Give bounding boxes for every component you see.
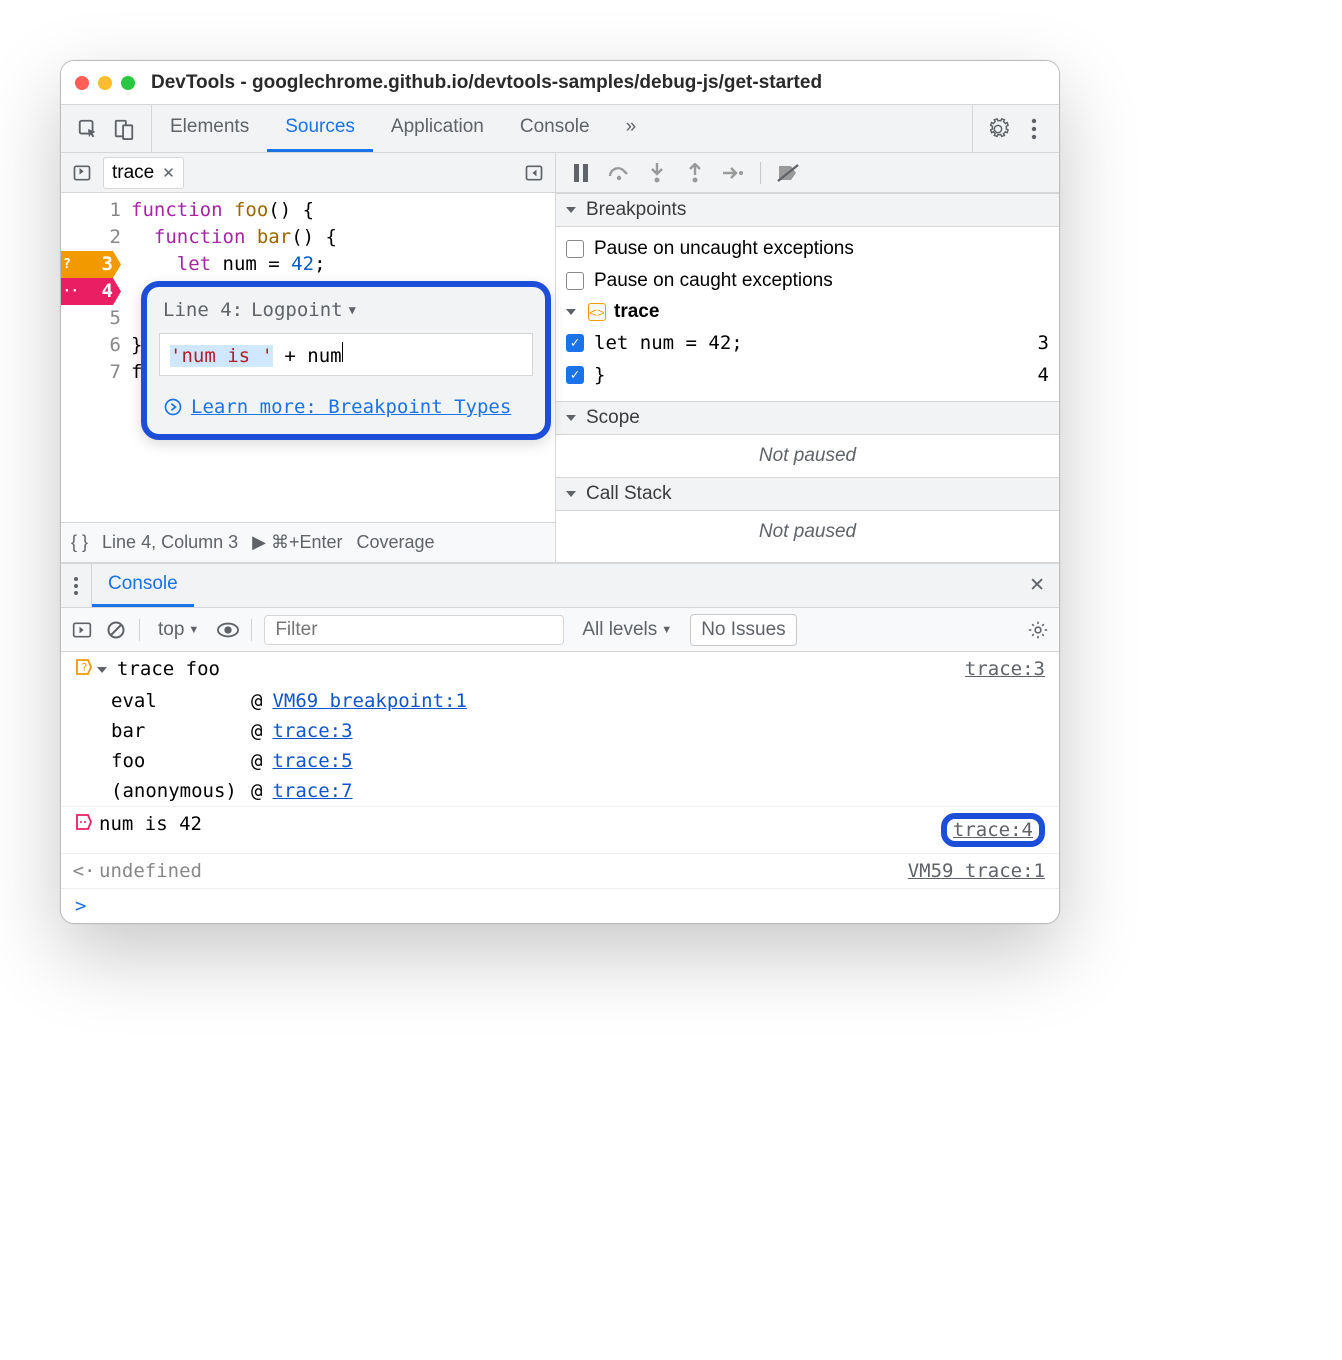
console-log-numis[interactable]: num is 42 trace:4 <box>61 806 1059 854</box>
deactivate-breakpoints-icon[interactable] <box>777 162 799 184</box>
logpoint-badge-icon <box>75 814 93 830</box>
inspect-element-icon[interactable] <box>77 118 99 140</box>
file-tab-label: trace <box>112 162 154 184</box>
debugger-sidebar: Breakpoints Pause on uncaught exceptions… <box>556 153 1059 562</box>
run-snippet-button[interactable]: ▶ ⌘+Enter <box>252 532 342 553</box>
stack-trace: eval@ VM69 breakpoint:1bar@ trace:3foo@ … <box>61 686 1059 806</box>
more-files-icon[interactable] <box>523 162 545 184</box>
console-settings-gear-icon[interactable] <box>1027 619 1049 641</box>
maximize-window-button[interactable] <box>121 76 135 90</box>
scope-section-header[interactable]: Scope <box>556 401 1059 435</box>
pause-icon[interactable] <box>570 162 592 184</box>
callstack-section-header[interactable]: Call Stack <box>556 477 1059 511</box>
live-expression-icon[interactable] <box>217 619 239 641</box>
log-levels-selector[interactable]: All levels▼ <box>576 617 678 643</box>
learn-more-link[interactable]: Learn more: Breakpoint Types <box>163 396 529 418</box>
highlighted-source-link[interactable]: trace:4 <box>941 813 1045 847</box>
popover-line-label: Line 4: <box>163 299 243 321</box>
breakpoint-file-icon: <> <box>588 303 606 321</box>
console-toolbar: top▼ All levels▼ No Issues <box>61 608 1059 652</box>
prompt-chevron-icon: > <box>75 895 86 917</box>
code-editor[interactable]: 12?3··4567 function foo() { function bar… <box>61 193 555 522</box>
close-window-button[interactable] <box>75 76 89 90</box>
traffic-lights <box>75 76 135 90</box>
context-selector[interactable]: top▼ <box>152 617 205 643</box>
debugger-toolbar <box>556 153 1059 193</box>
source-link[interactable]: VM59 trace:1 <box>908 860 1045 882</box>
step-into-icon[interactable] <box>646 162 668 184</box>
devtools-tabstrip: Elements Sources Application Console » <box>61 105 1059 153</box>
settings-gear-icon[interactable] <box>987 118 1009 140</box>
kebab-menu-icon[interactable] <box>1023 118 1045 140</box>
drawer-close-icon[interactable]: ✕ <box>1015 564 1059 607</box>
console-filter-input[interactable] <box>264 615 564 645</box>
warn-badge-icon: ? <box>75 659 93 675</box>
source-link[interactable]: trace:3 <box>965 658 1045 680</box>
breakpoint-row-2[interactable]: ✓} 4 <box>566 359 1049 391</box>
step-over-icon[interactable] <box>608 162 630 184</box>
close-file-icon[interactable]: ✕ <box>162 164 175 182</box>
pause-caught-checkbox[interactable]: Pause on caught exceptions <box>566 265 1049 297</box>
tab-elements[interactable]: Elements <box>152 105 267 152</box>
stack-frame[interactable]: bar@ trace:3 <box>111 716 1059 746</box>
console-sidebar-toggle-icon[interactable] <box>71 619 93 641</box>
window-titlebar: DevTools - googlechrome.github.io/devtoo… <box>61 61 1059 105</box>
drawer-tab-console[interactable]: Console <box>92 564 194 607</box>
sources-panel: trace ✕ 12?3··4567 function foo() { func… <box>61 153 1059 563</box>
issues-button[interactable]: No Issues <box>690 614 796 646</box>
stack-frame[interactable]: foo@ trace:5 <box>111 746 1059 776</box>
window-title: DevTools - googlechrome.github.io/devtoo… <box>151 72 822 94</box>
console-prompt[interactable]: > <box>61 889 1059 923</box>
console-drawer: Console ✕ top▼ All levels▼ No Issues <box>61 563 1059 923</box>
console-log-trace[interactable]: ? trace foo trace:3 <box>61 652 1059 686</box>
step-out-icon[interactable] <box>684 162 706 184</box>
tab-application[interactable]: Application <box>373 105 502 152</box>
breakpoint-row-1[interactable]: ✓let num = 42; 3 <box>566 327 1049 359</box>
stack-frame[interactable]: (anonymous)@ trace:7 <box>111 776 1059 806</box>
clear-console-icon[interactable] <box>105 619 127 641</box>
step-icon[interactable] <box>722 162 744 184</box>
line-gutter[interactable]: 12?3··4567 <box>61 193 131 522</box>
cursor-position: Line 4, Column 3 <box>102 532 238 553</box>
drawer-tabstrip: Console ✕ <box>61 564 1059 608</box>
drawer-menu-icon[interactable] <box>61 564 92 607</box>
log-text: trace foo <box>117 658 220 680</box>
expr-string: 'num is ' <box>170 345 273 367</box>
minimize-window-button[interactable] <box>98 76 112 90</box>
scope-not-paused: Not paused <box>556 435 1059 477</box>
source-footer: { } Line 4, Column 3 ▶ ⌘+Enter Coverage <box>61 522 555 562</box>
log-text: num is 42 <box>99 813 202 835</box>
tab-console[interactable]: Console <box>502 105 608 152</box>
breakpoints-section-header[interactable]: Breakpoints <box>556 193 1059 227</box>
file-tab-trace[interactable]: trace ✕ <box>103 157 184 189</box>
coverage-button[interactable]: Coverage <box>357 532 435 553</box>
console-output: ? trace foo trace:3 eval@ VM69 breakpoin… <box>61 652 1059 923</box>
console-log-undefined[interactable]: <· undefined VM59 trace:1 <box>61 854 1059 889</box>
devtools-window: DevTools - googlechrome.github.io/devtoo… <box>60 60 1060 924</box>
expr-rest: + num <box>273 345 342 367</box>
device-toolbar-icon[interactable] <box>113 118 135 140</box>
breakpoint-type-select[interactable]: Logpoint ▼ <box>251 299 356 321</box>
callstack-not-paused: Not paused <box>556 511 1059 553</box>
code-column: trace ✕ 12?3··4567 function foo() { func… <box>61 153 556 562</box>
stack-frame[interactable]: eval@ VM69 breakpoint:1 <box>111 686 1059 716</box>
log-text: undefined <box>99 860 202 882</box>
tab-more[interactable]: » <box>608 105 655 152</box>
tab-sources[interactable]: Sources <box>267 105 373 152</box>
breakpoint-group[interactable]: <> trace <box>566 301 1049 323</box>
breakpoint-edit-popover: Line 4: Logpoint ▼ 'num is ' + num <box>141 281 551 440</box>
breakpoints-section: Pause on uncaught exceptions Pause on ca… <box>556 227 1059 401</box>
svg-text:?: ? <box>81 661 88 674</box>
file-tabbar: trace ✕ <box>61 153 555 193</box>
pause-uncaught-checkbox[interactable]: Pause on uncaught exceptions <box>566 233 1049 265</box>
show-navigator-icon[interactable] <box>71 162 93 184</box>
logpoint-expression-input[interactable]: 'num is ' + num <box>159 333 533 376</box>
pretty-print-button[interactable]: { } <box>71 532 88 553</box>
return-arrow-icon: <· <box>75 860 93 882</box>
